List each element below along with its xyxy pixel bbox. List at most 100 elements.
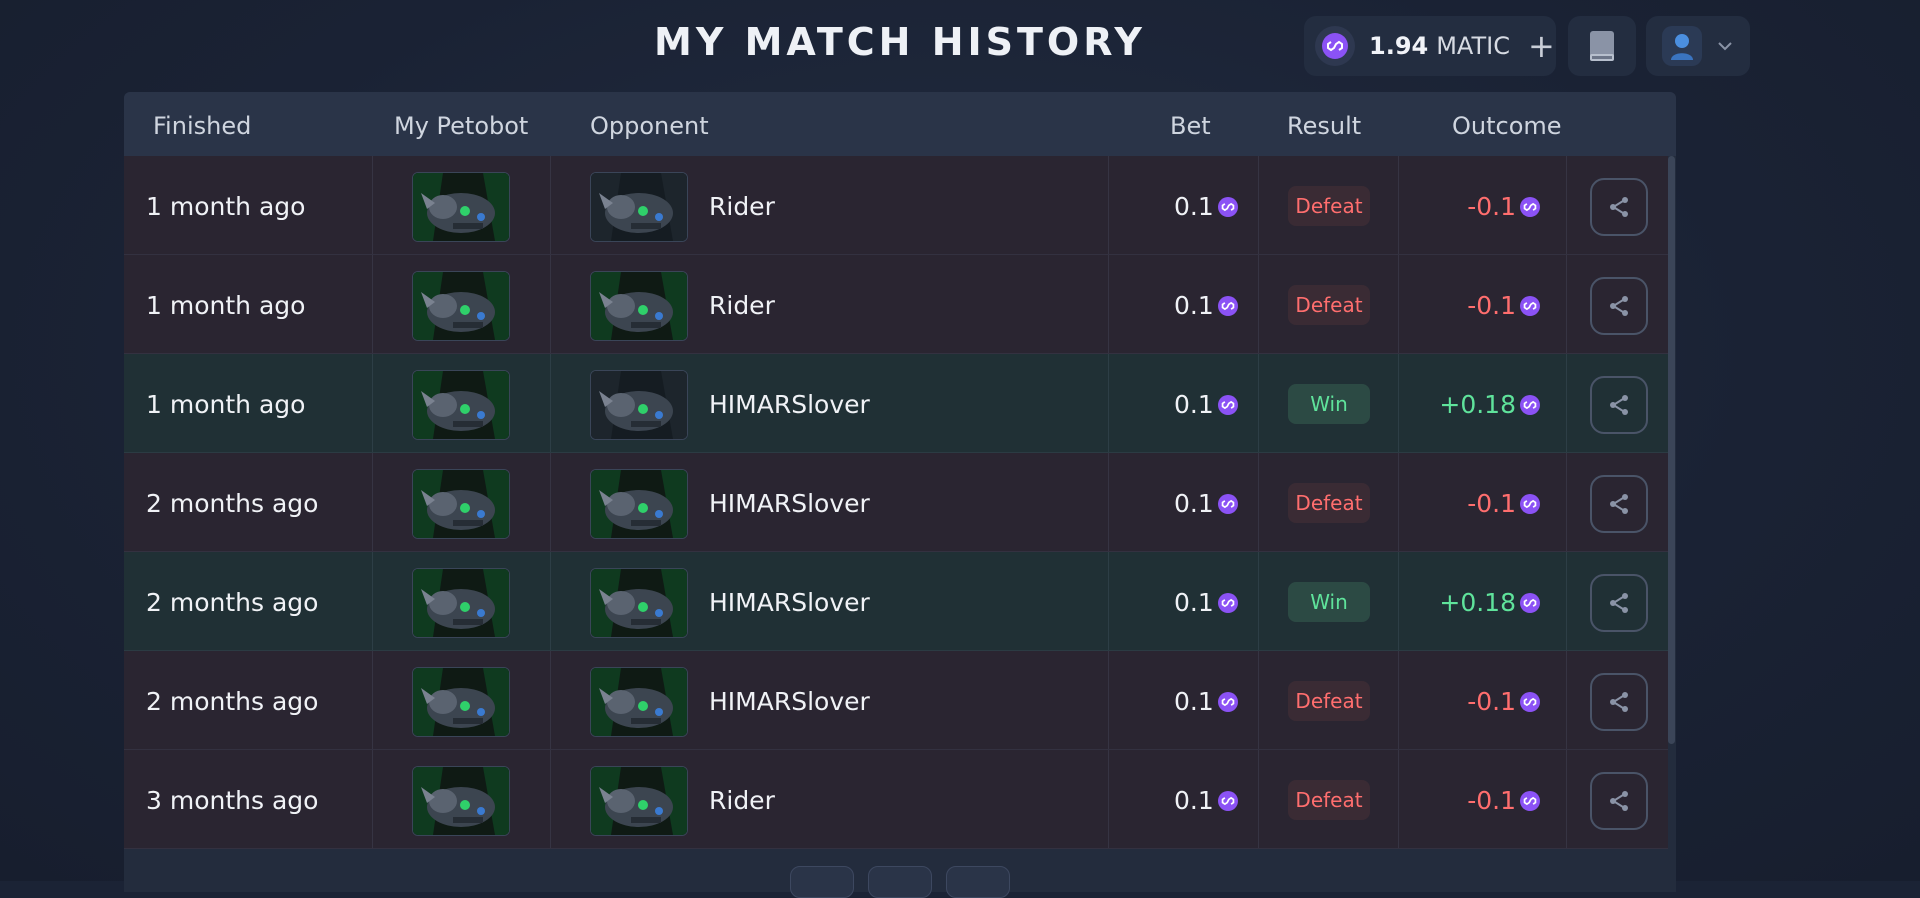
col-finished: Finished bbox=[153, 112, 252, 140]
table-body: 1 month ago Rider 0.1 Defeat -0.1 1 mont… bbox=[124, 156, 1668, 849]
wallet-unit: MATIC bbox=[1436, 32, 1510, 60]
result-badge: Defeat bbox=[1288, 285, 1370, 325]
book-icon bbox=[1590, 31, 1614, 61]
bet-amount: 0.1 bbox=[1174, 489, 1238, 518]
share-icon bbox=[1610, 395, 1628, 415]
matic-coin-icon bbox=[1520, 592, 1540, 613]
opponent-name[interactable]: HIMARSlover bbox=[709, 687, 870, 716]
avatar bbox=[1662, 26, 1702, 66]
bet-amount: 0.1 bbox=[1174, 291, 1238, 320]
opponent-petobot-image[interactable] bbox=[590, 766, 688, 836]
share-button[interactable] bbox=[1590, 376, 1648, 434]
matic-coin-icon bbox=[1217, 790, 1238, 811]
opponent-name[interactable]: HIMARSlover bbox=[709, 588, 870, 617]
bet-value: 0.1 bbox=[1174, 687, 1214, 716]
outcome-amount: +0.18 bbox=[1439, 390, 1540, 419]
bet-amount: 0.1 bbox=[1174, 192, 1238, 221]
my-petobot-image[interactable] bbox=[412, 172, 510, 242]
col-bet: Bet bbox=[1170, 112, 1211, 140]
bet-value: 0.1 bbox=[1174, 489, 1214, 518]
share-button[interactable] bbox=[1590, 772, 1648, 830]
matic-coin-icon bbox=[1520, 196, 1540, 217]
matic-coin-icon bbox=[1520, 295, 1540, 316]
finished-time: 1 month ago bbox=[146, 291, 306, 320]
share-button[interactable] bbox=[1590, 574, 1648, 632]
outcome-amount: +0.18 bbox=[1439, 588, 1540, 617]
share-icon bbox=[1610, 494, 1628, 514]
outcome-value: +0.18 bbox=[1439, 390, 1516, 419]
share-icon bbox=[1610, 593, 1628, 613]
my-petobot-image[interactable] bbox=[412, 766, 510, 836]
bet-amount: 0.1 bbox=[1174, 687, 1238, 716]
matic-icon bbox=[1315, 26, 1355, 66]
opponent-petobot-image[interactable] bbox=[590, 271, 688, 341]
opponent-petobot-image[interactable] bbox=[590, 172, 688, 242]
table-row: 1 month ago Rider 0.1 Defeat -0.1 bbox=[124, 156, 1668, 255]
bet-amount: 0.1 bbox=[1174, 390, 1238, 419]
outcome-amount: -0.1 bbox=[1467, 291, 1540, 320]
matic-coin-icon bbox=[1217, 592, 1238, 613]
page-button-2[interactable] bbox=[868, 866, 932, 898]
bet-value: 0.1 bbox=[1174, 192, 1214, 221]
result-badge: Defeat bbox=[1288, 483, 1370, 523]
outcome-value: -0.1 bbox=[1467, 687, 1516, 716]
share-button[interactable] bbox=[1590, 178, 1648, 236]
table-row: 2 months ago HIMARSlover 0.1 Defeat -0.1 bbox=[124, 453, 1668, 552]
user-avatar-icon bbox=[1671, 34, 1693, 60]
finished-time: 2 months ago bbox=[146, 687, 319, 716]
table-header: Finished My Petobot Opponent Bet Result … bbox=[124, 92, 1676, 156]
share-button[interactable] bbox=[1590, 475, 1648, 533]
profile-menu-button[interactable] bbox=[1646, 16, 1750, 76]
share-button[interactable] bbox=[1590, 673, 1648, 731]
wallet-amount: 1.94 bbox=[1369, 32, 1429, 60]
result-badge: Defeat bbox=[1288, 681, 1370, 721]
my-petobot-image[interactable] bbox=[412, 568, 510, 638]
outcome-value: -0.1 bbox=[1467, 291, 1516, 320]
matic-coin-icon bbox=[1520, 493, 1540, 514]
wallet-balance: 1.94 MATIC + bbox=[1304, 16, 1556, 76]
opponent-name[interactable]: HIMARSlover bbox=[709, 489, 870, 518]
add-funds-button[interactable]: + bbox=[1528, 30, 1555, 62]
finished-time: 1 month ago bbox=[146, 390, 306, 419]
page-button-1[interactable] bbox=[790, 866, 854, 898]
share-icon bbox=[1610, 791, 1628, 811]
my-petobot-image[interactable] bbox=[412, 469, 510, 539]
my-petobot-image[interactable] bbox=[412, 271, 510, 341]
match-history-table: Finished My Petobot Opponent Bet Result … bbox=[124, 92, 1676, 892]
opponent-petobot-image[interactable] bbox=[590, 568, 688, 638]
opponent-petobot-image[interactable] bbox=[590, 469, 688, 539]
table-row: 1 month ago Rider 0.1 Defeat -0.1 bbox=[124, 255, 1668, 354]
opponent-petobot-image[interactable] bbox=[590, 370, 688, 440]
outcome-value: +0.18 bbox=[1439, 588, 1516, 617]
bet-value: 0.1 bbox=[1174, 291, 1214, 320]
my-petobot-image[interactable] bbox=[412, 370, 510, 440]
opponent-name[interactable]: HIMARSlover bbox=[709, 390, 870, 419]
matic-coin-icon bbox=[1520, 394, 1540, 415]
finished-time: 2 months ago bbox=[146, 489, 319, 518]
outcome-amount: -0.1 bbox=[1467, 687, 1540, 716]
opponent-name[interactable]: Rider bbox=[709, 291, 775, 320]
table-row: 2 months ago HIMARSlover 0.1 Defeat -0.1 bbox=[124, 651, 1668, 750]
share-icon bbox=[1610, 197, 1628, 217]
share-icon bbox=[1610, 692, 1628, 712]
outcome-amount: -0.1 bbox=[1467, 192, 1540, 221]
matic-coin-icon bbox=[1217, 691, 1238, 712]
col-result: Result bbox=[1287, 112, 1362, 140]
bet-value: 0.1 bbox=[1174, 786, 1214, 815]
matic-coin-icon bbox=[1520, 790, 1540, 811]
table-row: 2 months ago HIMARSlover 0.1 Win +0.18 bbox=[124, 552, 1668, 651]
outcome-value: -0.1 bbox=[1467, 192, 1516, 221]
result-badge: Win bbox=[1288, 384, 1370, 424]
opponent-petobot-image[interactable] bbox=[590, 667, 688, 737]
matic-coin-icon bbox=[1520, 691, 1540, 712]
table-row: 3 months ago Rider 0.1 Defeat -0.1 bbox=[124, 750, 1668, 849]
book-button[interactable] bbox=[1568, 16, 1636, 76]
my-petobot-image[interactable] bbox=[412, 667, 510, 737]
page-button-3[interactable] bbox=[946, 866, 1010, 898]
bet-value: 0.1 bbox=[1174, 390, 1214, 419]
opponent-name[interactable]: Rider bbox=[709, 192, 775, 221]
scrollbar[interactable] bbox=[1668, 156, 1675, 744]
share-button[interactable] bbox=[1590, 277, 1648, 335]
opponent-name[interactable]: Rider bbox=[709, 786, 775, 815]
outcome-amount: -0.1 bbox=[1467, 489, 1540, 518]
